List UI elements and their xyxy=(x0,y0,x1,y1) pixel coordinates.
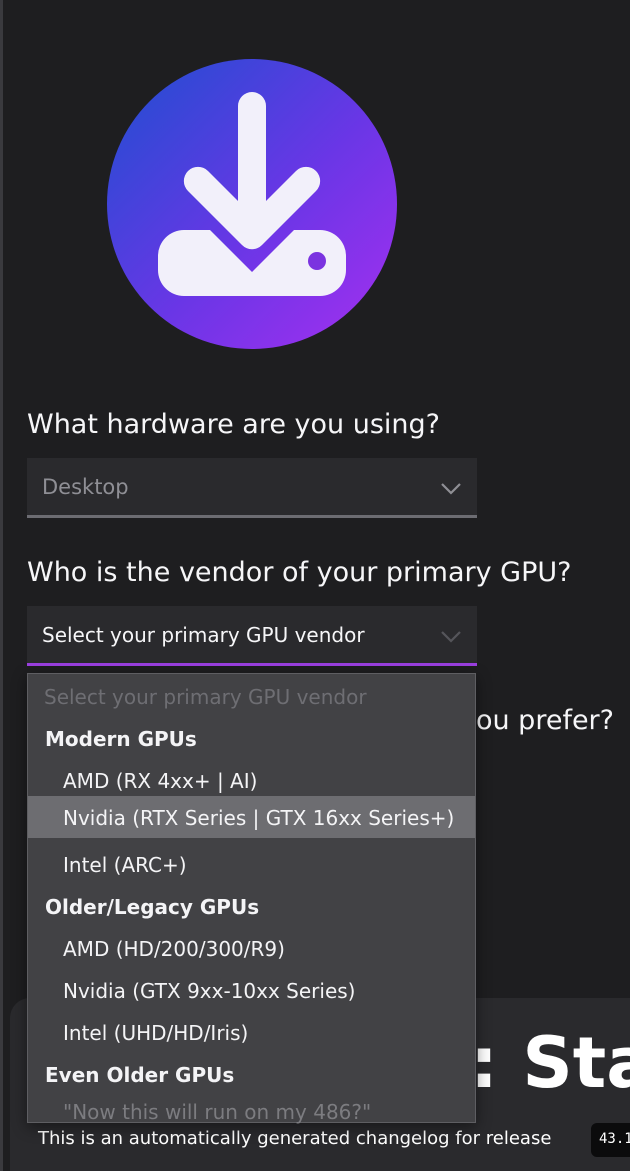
version-chip: 43.1 xyxy=(591,1123,630,1157)
download-drive-icon xyxy=(107,59,397,349)
group-even-older-gpus: Even Older GPUs xyxy=(45,1063,235,1087)
gpu-vendor-question: Who is the vendor of your primary GPU? xyxy=(27,557,572,588)
page: What hardware are you using? Desktop Who… xyxy=(0,0,630,1171)
option-intel-modern[interactable]: Intel (ARC+) xyxy=(28,844,475,884)
option-nvidia-legacy[interactable]: Nvidia (GTX 9xx-10xx Series) xyxy=(28,970,475,1010)
hardware-select-value: Desktop xyxy=(42,475,129,499)
window-edge xyxy=(0,0,3,1171)
gpu-vendor-select[interactable]: Select your primary GPU vendor xyxy=(27,606,477,666)
dropdown-placeholder: Select your primary GPU vendor xyxy=(44,685,367,709)
option-amd-modern[interactable]: AMD (RX 4xx+ | AI) xyxy=(28,760,475,800)
release-title: : Stab xyxy=(470,1022,630,1104)
option-nvidia-modern[interactable]: Nvidia (RTX Series | GTX 16xx Series+) xyxy=(28,796,475,838)
group-legacy-gpus: Older/Legacy GPUs xyxy=(45,895,260,919)
changelog-text: This is an automatically generated chang… xyxy=(38,1128,552,1149)
option-486: "Now this will run on my 486?" xyxy=(63,1100,372,1124)
chevron-down-icon xyxy=(441,483,461,495)
gpu-vendor-select-value: Select your primary GPU vendor xyxy=(42,623,365,647)
preference-question-text: ou prefer? xyxy=(475,705,614,736)
option-amd-legacy[interactable]: AMD (HD/200/300/R9) xyxy=(28,928,475,968)
chevron-down-icon xyxy=(441,631,461,643)
gpu-vendor-dropdown[interactable]: Select your primary GPU vendor Modern GP… xyxy=(27,673,476,1124)
group-modern-gpus: Modern GPUs xyxy=(45,727,197,751)
option-intel-legacy[interactable]: Intel (UHD/HD/Iris) xyxy=(28,1012,475,1052)
hardware-select[interactable]: Desktop xyxy=(27,458,477,518)
hardware-question: What hardware are you using? xyxy=(27,409,440,440)
